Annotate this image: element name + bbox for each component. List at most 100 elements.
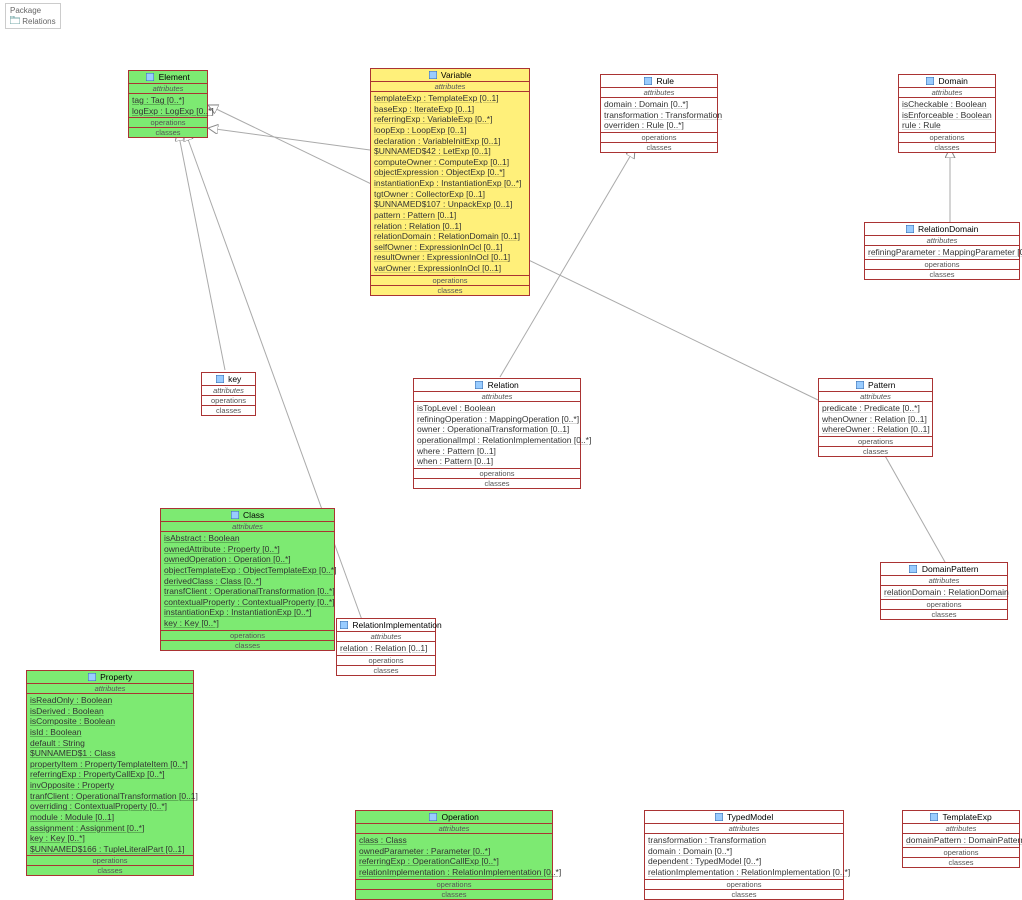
attributes-list: refiningParameter : MappingParameter [0.… <box>865 246 1019 260</box>
class-variable[interactable]: Variable attributes templateExp : Templa… <box>370 68 530 296</box>
class-icon <box>475 381 483 389</box>
class-icon <box>644 77 652 85</box>
class-header: Pattern <box>819 379 932 392</box>
attributes-list: isTopLevel : Boolean refiningOperation :… <box>414 402 580 469</box>
class-icon <box>856 381 864 389</box>
attributes-label: attributes <box>881 576 1007 586</box>
operations-label: operations <box>129 118 207 128</box>
class-header: RelationDomain <box>865 223 1019 236</box>
class-domainpattern[interactable]: DomainPattern attributes relationDomain … <box>880 562 1008 620</box>
class-icon <box>146 73 154 81</box>
class-relation[interactable]: Relation attributes isTopLevel : Boolean… <box>413 378 581 489</box>
attributes-label: attributes <box>903 824 1019 834</box>
attributes-list: predicate : Predicate [0..*] whenOwner :… <box>819 402 932 437</box>
package-label: Package <box>10 6 56 16</box>
class-header: Domain <box>899 75 995 88</box>
class-relationimplementation[interactable]: RelationImplementation attributes relati… <box>336 618 436 676</box>
class-header: DomainPattern <box>881 563 1007 576</box>
classes-label: classes <box>645 890 843 899</box>
class-icon <box>216 375 224 383</box>
class-header: Operation <box>356 811 552 824</box>
class-relationdomain[interactable]: RelationDomain attributes refiningParame… <box>864 222 1020 280</box>
attributes-label: attributes <box>414 392 580 402</box>
attributes-list: tag : Tag [0..*] logExp : LogExp [0..*] <box>129 94 207 118</box>
classes-label: classes <box>819 447 932 456</box>
class-pattern[interactable]: Pattern attributes predicate : Predicate… <box>818 378 933 457</box>
attributes-list: templateExp : TemplateExp [0..1] baseExp… <box>371 92 529 276</box>
attributes-list: isAbstract : Boolean ownedAttribute : Pr… <box>161 532 334 631</box>
class-operation[interactable]: Operation attributes class : Class owned… <box>355 810 553 900</box>
attributes-label: attributes <box>27 684 193 694</box>
attributes-list: domain : Domain [0..*] transformation : … <box>601 98 717 133</box>
operations-label: operations <box>337 656 435 666</box>
class-header: Relation <box>414 379 580 392</box>
operations-label: operations <box>865 260 1019 270</box>
class-property[interactable]: Property attributes isReadOnly : Boolean… <box>26 670 194 876</box>
attributes-label: attributes <box>371 82 529 92</box>
attributes-label: attributes <box>819 392 932 402</box>
operations-label: operations <box>414 469 580 479</box>
operations-label: operations <box>27 856 193 866</box>
package-icon <box>10 16 20 24</box>
class-element[interactable]: Element attributes tag : Tag [0..*] logE… <box>128 70 208 138</box>
operations-label: operations <box>371 276 529 286</box>
class-class[interactable]: Class attributes isAbstract : Boolean ow… <box>160 508 335 651</box>
attributes-label: attributes <box>161 522 334 532</box>
classes-label: classes <box>356 890 552 899</box>
attributes-list: relationDomain : RelationDomain <box>881 586 1007 600</box>
package-name: Relations <box>10 16 56 26</box>
classes-label: classes <box>899 143 995 152</box>
classes-label: classes <box>129 128 207 137</box>
operations-label: operations <box>601 133 717 143</box>
attributes-list: isCheckable : Boolean isEnforceable : Bo… <box>899 98 995 133</box>
attributes-list: transformation : Transformation domain :… <box>645 834 843 880</box>
class-key[interactable]: key attributes operations classes <box>201 372 256 416</box>
package-header: Package Relations <box>5 3 61 29</box>
class-header: TemplateExp <box>903 811 1019 824</box>
attributes-label: attributes <box>601 88 717 98</box>
class-rule[interactable]: Rule attributes domain : Domain [0..*] t… <box>600 74 718 153</box>
class-header: Class <box>161 509 334 522</box>
class-header: TypedModel <box>645 811 843 824</box>
attributes-label: attributes <box>645 824 843 834</box>
operations-label: operations <box>903 848 1019 858</box>
attributes-list: domainPattern : DomainPattern <box>903 834 1019 848</box>
classes-label: classes <box>371 286 529 295</box>
class-header: Property <box>27 671 193 684</box>
class-icon <box>429 71 437 79</box>
class-icon <box>909 565 917 573</box>
operations-label: operations <box>202 396 255 406</box>
classes-label: classes <box>881 610 1007 619</box>
class-domain[interactable]: Domain attributes isCheckable : Boolean … <box>898 74 996 153</box>
classes-label: classes <box>903 858 1019 867</box>
class-icon <box>926 77 934 85</box>
classes-label: classes <box>865 270 1019 279</box>
class-icon <box>340 621 348 629</box>
operations-label: operations <box>899 133 995 143</box>
classes-label: classes <box>601 143 717 152</box>
classes-label: classes <box>337 666 435 675</box>
attributes-label: attributes <box>202 386 255 396</box>
operations-label: operations <box>645 880 843 890</box>
operations-label: operations <box>161 631 334 641</box>
classes-label: classes <box>414 479 580 488</box>
attributes-label: attributes <box>865 236 1019 246</box>
classes-label: classes <box>202 406 255 415</box>
class-icon <box>906 225 914 233</box>
class-templateexp[interactable]: TemplateExp attributes domainPattern : D… <box>902 810 1020 868</box>
class-header: RelationImplementation <box>337 619 435 632</box>
class-icon <box>231 511 239 519</box>
class-header: Variable <box>371 69 529 82</box>
classes-label: classes <box>161 641 334 650</box>
attributes-label: attributes <box>356 824 552 834</box>
attributes-label: attributes <box>129 84 207 94</box>
attributes-list: relation : Relation [0..1] <box>337 642 435 656</box>
attributes-list: isReadOnly : Boolean isDerived : Boolean… <box>27 694 193 856</box>
class-header: Rule <box>601 75 717 88</box>
class-icon <box>429 813 437 821</box>
operations-label: operations <box>819 437 932 447</box>
attributes-list: class : Class ownedParameter : Parameter… <box>356 834 552 880</box>
class-icon <box>88 673 96 681</box>
class-typedmodel[interactable]: TypedModel attributes transformation : T… <box>644 810 844 900</box>
class-header: Element <box>129 71 207 84</box>
